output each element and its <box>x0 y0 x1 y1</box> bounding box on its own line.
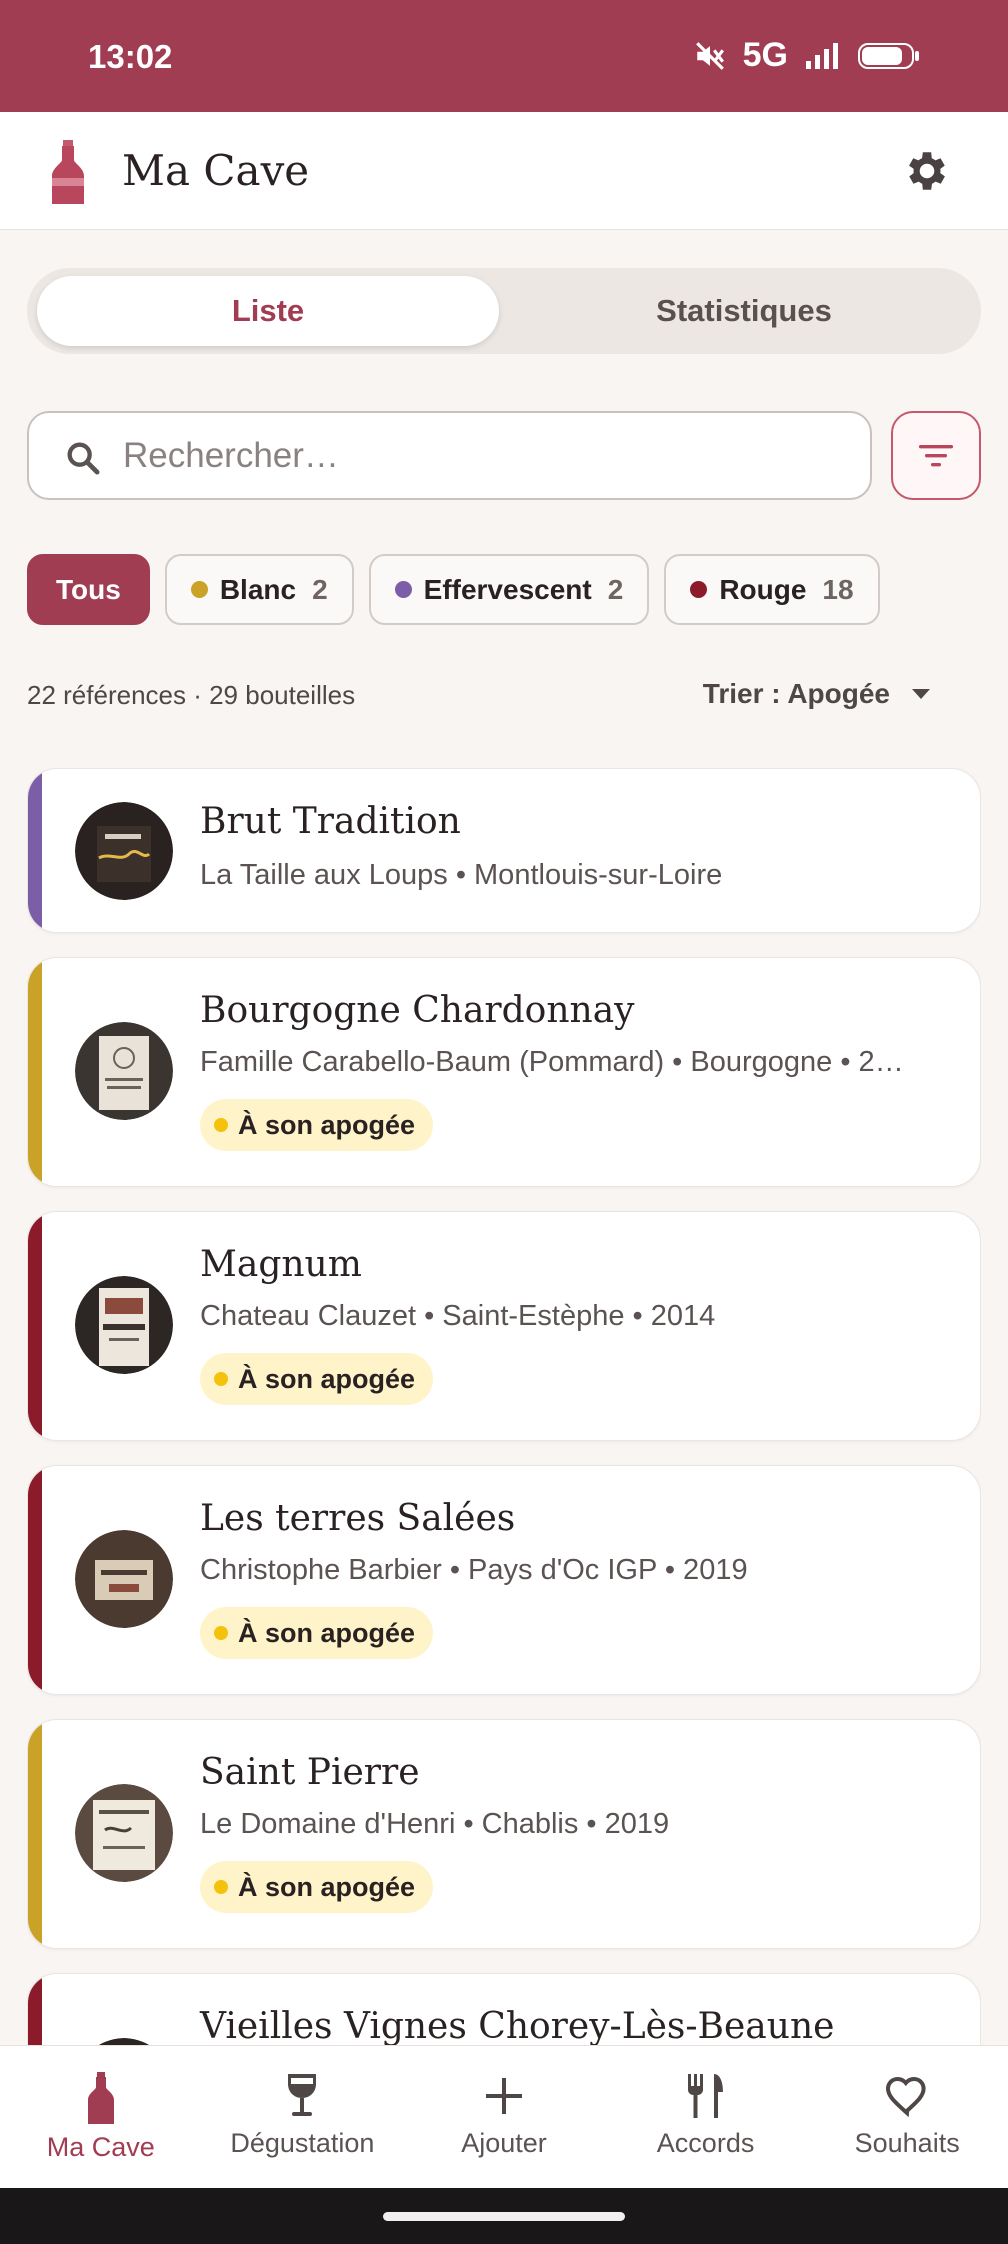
badge-label: À son apogée <box>238 1617 416 1648</box>
signal-icon <box>806 42 838 69</box>
bottom-nav: Ma Cave Dégustation Ajouter Accords Souh… <box>0 2045 1008 2188</box>
filter-button[interactable] <box>891 411 981 500</box>
wine-photo <box>75 1530 173 1628</box>
battery-icon <box>858 42 919 69</box>
wine-name: Les terres Salées <box>200 1498 516 1539</box>
wine-subtitle: Chateau Clauzet • Saint-Estèphe • 2014 <box>200 1300 716 1332</box>
chip-effervescent[interactable]: Effervescent 2 <box>368 554 650 625</box>
plus-icon <box>485 2078 522 2114</box>
chip-label: Tous <box>56 573 121 605</box>
wine-name: Saint Pierre <box>200 1752 420 1793</box>
chip-label: Rouge <box>719 573 807 605</box>
app-title: Ma Cave <box>122 146 310 195</box>
nav-accords[interactable]: Accords <box>605 2046 807 2188</box>
wine-glass-icon <box>288 2074 317 2116</box>
nav-label: Ma Cave <box>46 2132 155 2162</box>
chip-rouge[interactable]: Rouge 18 <box>664 554 880 625</box>
wine-name: Bourgogne Chardonnay <box>200 990 635 1031</box>
wine-photo <box>75 802 173 900</box>
status-time: 13:02 <box>88 38 173 75</box>
search-box <box>27 411 872 500</box>
status-dot-icon <box>214 1626 228 1640</box>
wine-name: Brut Tradition <box>200 801 461 842</box>
status-dot-icon <box>214 1118 228 1132</box>
blanc-dot-icon <box>190 581 208 598</box>
caret-down-icon <box>912 689 930 699</box>
wine-name: Magnum <box>200 1244 362 1285</box>
system-nav-bar <box>0 2188 1008 2244</box>
sort-label: Trier : Apogée <box>702 678 890 709</box>
wine-photo <box>75 2038 173 2045</box>
tab-statistiques[interactable]: Statistiques <box>513 276 975 346</box>
wine-type-stripe <box>28 1212 42 1440</box>
bottle-logo-icon <box>48 140 88 211</box>
apogee-status-badge: À son apogée <box>200 1099 434 1151</box>
wine-photo <box>75 1022 173 1120</box>
search-input[interactable] <box>123 431 843 481</box>
nav-degustation[interactable]: Dégustation <box>202 2046 404 2188</box>
tab-liste[interactable]: Liste <box>37 276 499 346</box>
wine-type-stripe <box>28 1720 42 1948</box>
wine-type-stripe <box>28 769 42 932</box>
status-dot-icon <box>214 1372 228 1386</box>
nav-ajouter[interactable]: Ajouter <box>403 2046 605 2188</box>
type-filter-chips: Tous Blanc 2 Effervescent 2 Rouge 18 <box>27 554 880 625</box>
effervescent-dot-icon <box>394 581 412 598</box>
badge-label: À son apogée <box>238 1363 416 1394</box>
wine-type-stripe <box>28 1974 42 2045</box>
gear-icon <box>909 152 945 190</box>
wine-card[interactable]: Les terres Salées Christophe Barbier • P… <box>27 1465 981 1695</box>
wine-subtitle: Le Domaine d'Henri • Chablis • 2019 <box>200 1808 670 1840</box>
nav-label: Souhaits <box>854 2128 960 2158</box>
mute-icon <box>695 41 724 70</box>
wine-subtitle: Famille Carabello-Baum (Pommard) • Bourg… <box>200 1046 904 1078</box>
wine-card[interactable]: Vieilles Vignes Chorey-Lès-Beaune <box>27 1973 981 2045</box>
filter-icon <box>919 444 953 466</box>
chip-tous[interactable]: Tous <box>27 554 150 625</box>
chip-count: 2 <box>312 573 328 605</box>
wine-name: Vieilles Vignes Chorey-Lès-Beaune <box>200 2006 835 2045</box>
wine-subtitle: Christophe Barbier • Pays d'Oc IGP • 201… <box>200 1554 748 1586</box>
wine-card[interactable]: Saint Pierre Le Domaine d'Henri • Chabli… <box>27 1719 981 1949</box>
status-dot-icon <box>214 1880 228 1894</box>
status-bar: 13:02 5G <box>0 0 1008 112</box>
collection-summary: 22 références · 29 bouteilles <box>27 680 356 710</box>
nav-label: Dégustation <box>230 2128 375 2158</box>
nav-ma-cave[interactable]: Ma Cave <box>0 2046 202 2188</box>
chip-count: 18 <box>822 573 854 605</box>
apogee-status-badge: À son apogée <box>200 1353 434 1405</box>
wine-photo <box>75 1276 173 1374</box>
apogee-status-badge: À son apogée <box>200 1861 434 1913</box>
nav-label: Ajouter <box>461 2128 547 2158</box>
search-icon <box>67 442 100 475</box>
nav-souhaits[interactable]: Souhaits <box>806 2046 1008 2188</box>
sort-dropdown[interactable]: Trier : Apogée <box>703 678 932 710</box>
wine-card[interactable]: Brut Tradition La Taille aux Loups • Mon… <box>27 768 981 933</box>
network-type: 5G <box>742 36 788 74</box>
apogee-status-badge: À son apogée <box>200 1607 434 1659</box>
status-icons: 5G <box>693 36 920 75</box>
wine-subtitle: La Taille aux Loups • Montlouis-sur-Loir… <box>200 859 723 891</box>
nav-label: Accords <box>656 2128 755 2158</box>
wine-card[interactable]: Magnum Chateau Clauzet • Saint-Estèphe •… <box>27 1211 981 1441</box>
fork-knife-icon <box>687 2074 723 2118</box>
badge-label: À son apogée <box>238 1109 416 1140</box>
chip-blanc[interactable]: Blanc 2 <box>164 554 354 625</box>
view-toggle: Liste Statistiques <box>27 268 981 354</box>
bottle-icon <box>87 2072 114 2124</box>
wine-card[interactable]: Bourgogne Chardonnay Famille Carabello-B… <box>27 957 981 1187</box>
rouge-dot-icon <box>690 581 708 598</box>
wine-type-stripe <box>28 958 42 1186</box>
home-gesture-handle[interactable] <box>383 2212 625 2221</box>
badge-label: À son apogée <box>238 1871 416 1902</box>
chip-label: Effervescent <box>423 573 592 605</box>
settings-button[interactable] <box>902 146 952 201</box>
wine-photo <box>75 1784 173 1882</box>
heart-icon <box>886 2076 926 2118</box>
app-bar: Ma Cave <box>0 112 1008 230</box>
chip-count: 2 <box>607 573 624 605</box>
chip-label: Blanc <box>219 573 297 605</box>
wine-type-stripe <box>28 1466 42 1694</box>
wine-list: Brut Tradition La Taille aux Loups • Mon… <box>27 768 981 2045</box>
